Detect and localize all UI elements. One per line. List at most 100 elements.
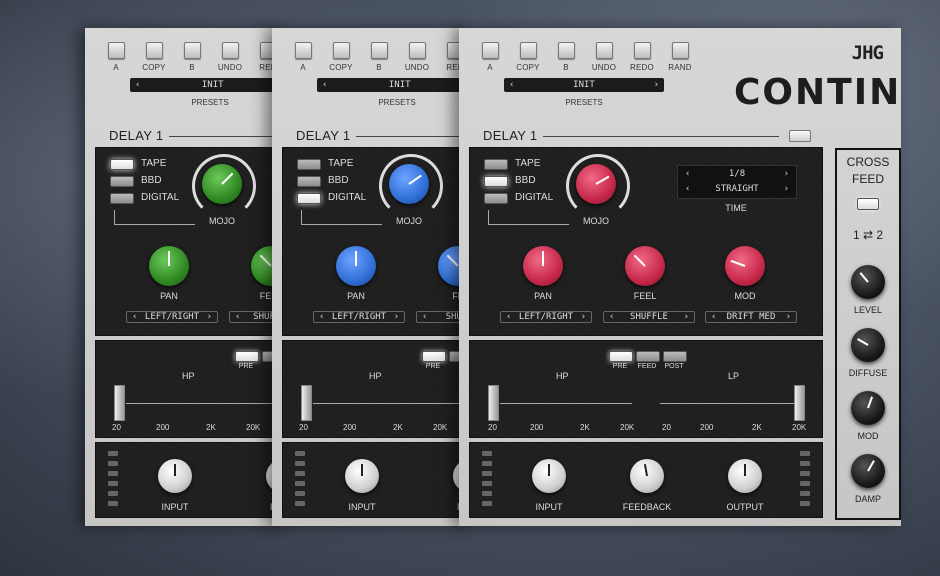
hp-slider-track[interactable] (126, 403, 285, 404)
undo-button[interactable] (408, 42, 426, 59)
bbd-button[interactable] (110, 176, 134, 187)
copy-button[interactable] (332, 42, 350, 59)
digital-label: DIGITAL (328, 192, 367, 203)
bbd-label: BBD (328, 175, 349, 186)
time-value-selector[interactable]: ‹ 1/8 › (680, 168, 794, 180)
tape-button[interactable] (110, 159, 134, 170)
scale-20k: 20K (620, 423, 635, 432)
mojo-knob[interactable] (389, 164, 429, 204)
character-panel: TAPE BBD DIGITAL MOJO PAN FEEL ‹ LEFT/RIG… (95, 147, 285, 336)
level-knob[interactable] (851, 265, 885, 299)
level-panel: INPUT FEED (95, 442, 285, 518)
hp-slider-track[interactable] (313, 403, 472, 404)
lp-slider-handle[interactable] (794, 385, 805, 421)
mod-knob[interactable] (725, 246, 765, 286)
digital-button[interactable] (297, 193, 321, 204)
mod-mode-selector[interactable]: ‹ DRIFT MED › (705, 311, 797, 323)
mod-knob[interactable] (851, 391, 885, 425)
delay-title: DELAY 1 (109, 128, 164, 143)
a-button[interactable] (294, 42, 312, 59)
pan-mode-selector[interactable]: ‹ LEFT/RIGHT › (126, 311, 218, 323)
feel-knob[interactable] (625, 246, 665, 286)
meter-led (482, 481, 492, 486)
preset-next-icon[interactable]: › (654, 80, 659, 90)
meter-led (800, 501, 810, 506)
meter-led (482, 491, 492, 496)
b-button[interactable] (183, 42, 201, 59)
toolbar-undo: UNDO (211, 42, 249, 72)
preset-selector[interactable]: ‹ INIT (317, 78, 472, 92)
feed-button[interactable] (636, 351, 660, 362)
pre-button[interactable] (609, 351, 633, 362)
hp-slider-track[interactable] (500, 403, 632, 404)
delay-title: DELAY 1 (296, 128, 351, 143)
input-knob[interactable] (158, 459, 192, 493)
undo-button[interactable] (595, 42, 613, 59)
input-knob[interactable] (532, 459, 566, 493)
pre-button[interactable] (235, 351, 259, 362)
copy-button[interactable] (145, 42, 163, 59)
preset-prev-icon[interactable]: ‹ (509, 80, 514, 90)
input-knob[interactable] (345, 459, 379, 493)
preset-prev-icon[interactable]: ‹ (135, 80, 140, 90)
pan-knob[interactable] (149, 246, 189, 286)
crossfeed-panel: CROSS FEED 1 ⇄ 2 LEVEL DIFFUSE MOD DAMP (835, 148, 901, 520)
output-knob[interactable] (728, 459, 762, 493)
redo-button[interactable] (633, 42, 651, 59)
pan-label: PAN (347, 291, 365, 301)
jhg-logo: JHG (851, 42, 884, 64)
time-mode-selector[interactable]: ‹ STRAIGHT › (680, 183, 794, 195)
pan-knob[interactable] (336, 246, 376, 286)
digital-button[interactable] (110, 193, 134, 204)
bbd-button[interactable] (297, 176, 321, 187)
hp-slider-handle[interactable] (301, 385, 312, 421)
meter-led (108, 481, 118, 486)
toolbar-b: B (173, 42, 211, 72)
time-label: TIME (725, 203, 747, 213)
digital-button[interactable] (484, 193, 508, 204)
mojo-knob[interactable] (576, 164, 616, 204)
mojo-label: MOJO (583, 216, 609, 226)
pan-knob[interactable] (523, 246, 563, 286)
feel-label: FEEL (633, 291, 657, 301)
meter-led (800, 461, 810, 466)
preset-selector[interactable]: ‹ INIT (130, 78, 285, 92)
plugin-window-red: A COPY B UNDO REDO RAND JHG CONTIN ‹ INI… (459, 28, 901, 526)
undo-button[interactable] (221, 42, 239, 59)
delay-enable-button[interactable] (789, 130, 811, 142)
preset-prev-icon[interactable]: ‹ (322, 80, 327, 90)
b-button[interactable] (557, 42, 575, 59)
pan-mode-selector[interactable]: ‹ LEFT/RIGHT › (500, 311, 592, 323)
preset-selector[interactable]: ‹ INIT › (504, 78, 664, 92)
post-button[interactable] (663, 351, 687, 362)
feel-mode-selector[interactable]: ‹ SHUFFLE › (603, 311, 695, 323)
a-button[interactable] (481, 42, 499, 59)
diffuse-knob[interactable] (851, 328, 885, 362)
top-toolbar: A COPY B UNDO REDO RAND (471, 42, 699, 72)
damp-label: DAMP (854, 494, 881, 504)
lp-slider-track[interactable] (660, 403, 795, 404)
bbd-button[interactable] (484, 176, 508, 187)
b-button[interactable] (370, 42, 388, 59)
top-toolbar: A COPY B UNDO RED (284, 42, 472, 72)
rand-button[interactable] (671, 42, 689, 59)
pan-mode-selector[interactable]: ‹ LEFT/RIGHT › (313, 311, 405, 323)
bbd-label: BBD (515, 175, 536, 186)
scale-20: 20 (299, 423, 308, 432)
pre-label: PRE (612, 363, 628, 370)
meter-led (295, 501, 305, 506)
damp-knob[interactable] (851, 454, 885, 488)
tape-label: TAPE (515, 158, 541, 169)
presets-label: PRESETS (378, 98, 416, 107)
feedback-knob[interactable] (630, 459, 664, 493)
a-button[interactable] (107, 42, 125, 59)
hp-slider-handle[interactable] (114, 385, 125, 421)
tape-button[interactable] (484, 159, 508, 170)
mojo-knob[interactable] (202, 164, 242, 204)
crossfeed-toggle[interactable] (857, 198, 879, 210)
pre-button[interactable] (422, 351, 446, 362)
copy-button[interactable] (519, 42, 537, 59)
meter-led (108, 461, 118, 466)
hp-slider-handle[interactable] (488, 385, 499, 421)
tape-button[interactable] (297, 159, 321, 170)
